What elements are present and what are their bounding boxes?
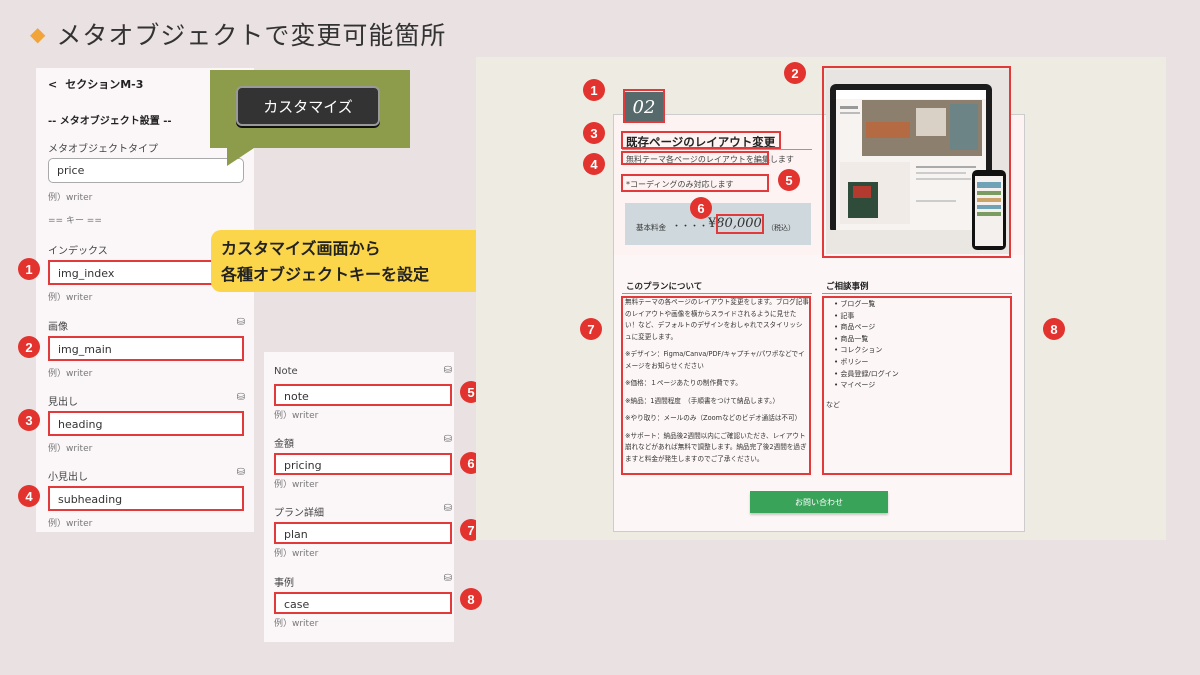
marker-3: 3 (18, 409, 40, 431)
field-example: 例）writer (48, 519, 93, 529)
preview-marker-4: 4 (583, 153, 605, 175)
price-dots: ・・・・ (672, 222, 709, 232)
field-label: 金額 (274, 439, 294, 450)
field-example: 例）writer (274, 549, 319, 559)
case-title: ご相談事例 (826, 282, 869, 292)
field-label: Note (274, 366, 298, 377)
plan-title-line (622, 293, 812, 294)
database-icon[interactable]: ⛁ (237, 392, 245, 403)
database-icon[interactable]: ⛁ (444, 573, 452, 584)
subheading-input[interactable]: subheading (48, 486, 244, 511)
database-icon[interactable]: ⛁ (237, 467, 245, 478)
meta-heading: -- メタオブジェクト設置 -- (48, 116, 172, 127)
database-icon[interactable]: ⛁ (444, 434, 452, 445)
pricing-input[interactable]: pricing (274, 453, 452, 475)
customize-button[interactable]: カスタマイズ (236, 86, 380, 126)
field-example: 例）writer (48, 369, 93, 379)
field-label: 事例 (274, 578, 294, 589)
img-main-input[interactable]: img_main (48, 336, 244, 361)
highlight-heading (621, 131, 781, 149)
preview-marker-6: 6 (690, 197, 712, 219)
marker-1: 1 (18, 258, 40, 280)
highlight-index (623, 89, 665, 123)
plan-title: このプランについて (626, 282, 703, 292)
field-example: 例）writer (274, 480, 319, 490)
highlight-plan (621, 296, 811, 475)
highlight-case (822, 296, 1012, 475)
highlight-price (716, 214, 764, 234)
highlight-subheading (621, 151, 769, 165)
slide-title: ◆ メタオブジェクトで変更可能箇所 (30, 16, 446, 52)
chevron-left-icon[interactable]: < (48, 78, 57, 91)
price-label: 基本料金 (636, 223, 666, 232)
key-heading: == キー == (48, 216, 102, 226)
note-line-1: カスタマイズ画面から (221, 239, 381, 258)
field-label: プラン詳細 (274, 508, 324, 519)
type-input[interactable]: price (48, 158, 244, 183)
instruction-note: カスタマイズ画面から 各種オブジェクトキーを設定 (211, 230, 499, 292)
preview-marker-5: 5 (778, 169, 800, 191)
callout-tail (227, 146, 257, 166)
heading-underline (622, 149, 812, 150)
type-example: 例）writer (48, 193, 93, 203)
highlight-image (822, 66, 1011, 258)
highlight-note (621, 174, 769, 192)
note-input[interactable]: note (274, 384, 452, 406)
case-title-line (822, 293, 1012, 294)
contact-button[interactable]: お問い合わせ (750, 491, 888, 513)
preview-marker-2: 2 (784, 62, 806, 84)
field-label: 見出し (48, 397, 78, 408)
preview-marker-7: 7 (580, 318, 602, 340)
database-icon[interactable]: ⛁ (237, 317, 245, 328)
field-example: 例）writer (274, 619, 319, 629)
heading-input[interactable]: heading (48, 411, 244, 436)
marker-4: 4 (18, 485, 40, 507)
field-label: 小見出し (48, 472, 88, 483)
field-example: 例）writer (274, 411, 319, 421)
plan-input[interactable]: plan (274, 522, 452, 544)
section-title: セクションM-3 (65, 78, 144, 91)
settings-panel-right: Note ⛁ note 例）writer 金額 ⛁ pricing 例）writ… (264, 352, 454, 642)
field-label: 画像 (48, 322, 68, 333)
preview-marker-8: 8 (1043, 318, 1065, 340)
field-example: 例）writer (48, 293, 93, 303)
price-tax: （税込） (767, 224, 795, 232)
case-input[interactable]: case (274, 592, 452, 614)
note-line-2: 各種オブジェクトキーを設定 (221, 265, 430, 284)
section-header[interactable]: < セクションM-3 (48, 76, 151, 92)
preview-marker-1: 1 (583, 79, 605, 101)
type-label: メタオブジェクトタイプ (48, 144, 158, 155)
diamond-icon: ◆ (30, 22, 47, 46)
field-label: インデックス (48, 246, 108, 257)
database-icon[interactable]: ⛁ (444, 365, 452, 376)
preview-marker-3: 3 (583, 122, 605, 144)
field-example: 例）writer (48, 444, 93, 454)
database-icon[interactable]: ⛁ (444, 503, 452, 514)
marker-8: 8 (460, 588, 482, 610)
marker-2: 2 (18, 336, 40, 358)
slide-title-text: メタオブジェクトで変更可能箇所 (56, 21, 447, 50)
